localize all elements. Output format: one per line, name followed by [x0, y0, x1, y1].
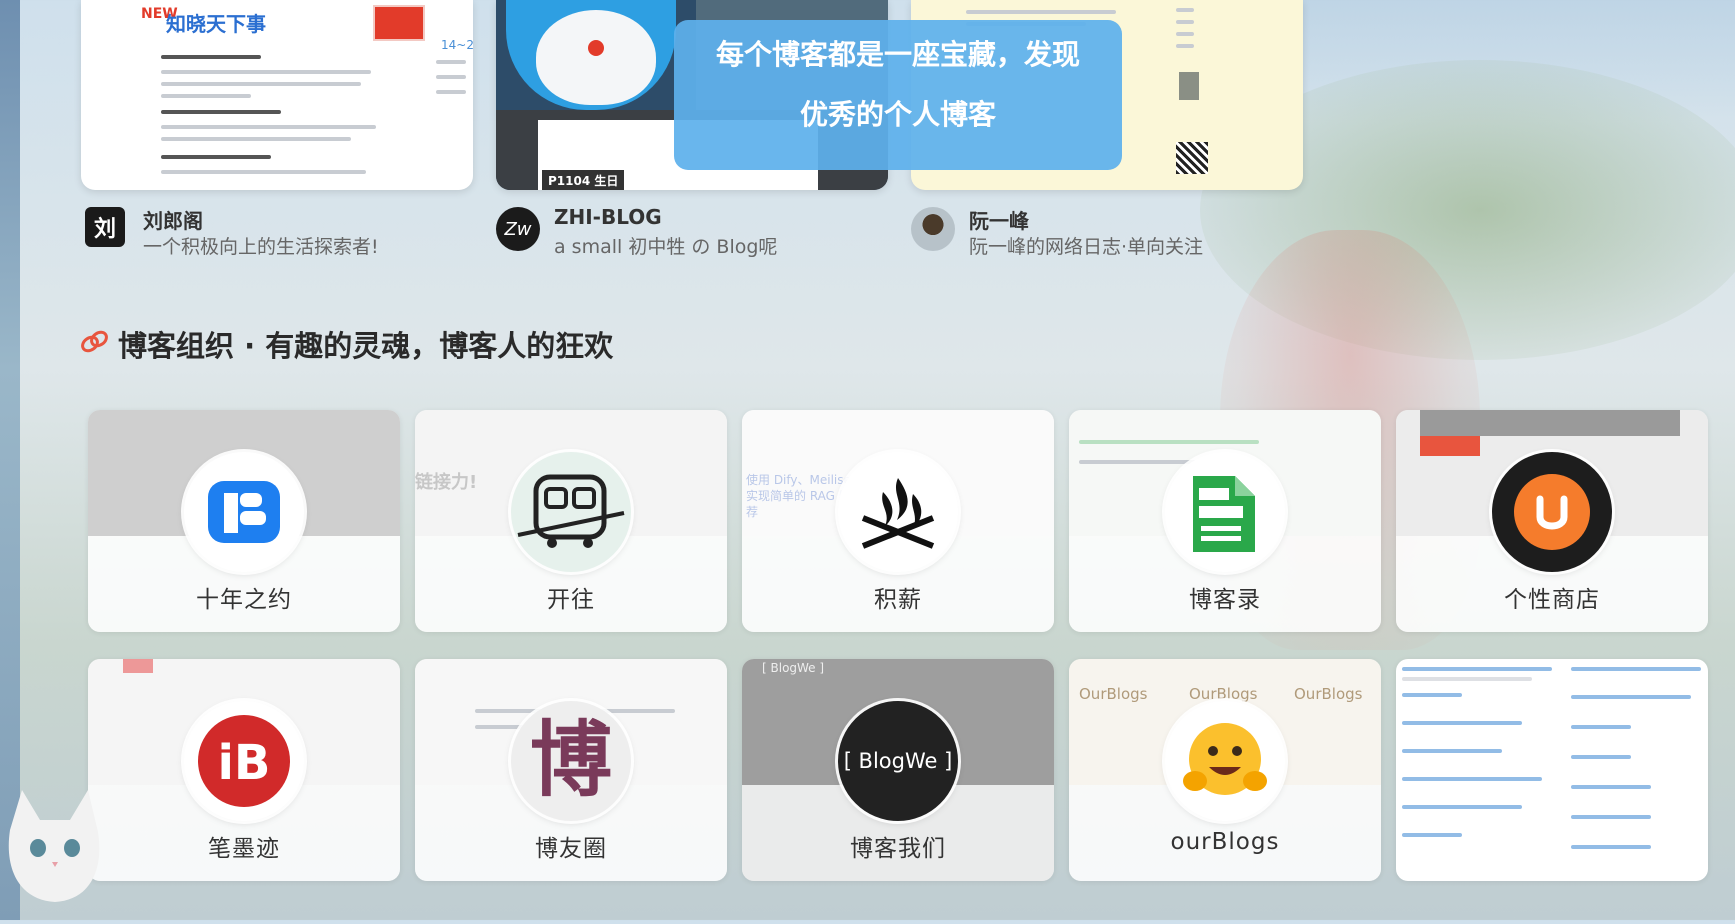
- blog-name[interactable]: 刘郎阁: [143, 205, 203, 234]
- shot-text: [ BlogWe ]: [762, 661, 825, 675]
- avatar: [911, 207, 955, 251]
- org-name: 积薪: [874, 587, 922, 613]
- train-icon: [511, 452, 631, 572]
- link-icon: [80, 327, 110, 361]
- org-card-ourblogs[interactable]: OurBlogs OurBlogs OurBlogs ourBlogs: [1069, 659, 1381, 881]
- cat-mascot-image: [0, 770, 110, 920]
- org-card-gexing-shop[interactable]: 个性商店: [1396, 410, 1708, 632]
- org-card-shinian[interactable]: 十年之约: [88, 410, 400, 632]
- blog-meta-liulangge[interactable]: 刘 刘郎阁 一个积极向上的生活探索者!: [85, 205, 485, 258]
- shot-text: 链接力!: [415, 472, 478, 493]
- blogwe-logo-icon: [ BlogWe ]: [838, 701, 958, 821]
- org-card-boyouquan[interactable]: 博 博友圈: [415, 659, 727, 881]
- b-logo-icon: [184, 452, 304, 572]
- blog-name[interactable]: 阮一峰: [969, 205, 1029, 234]
- blog-meta-ruanyifeng[interactable]: 阮一峰 阮一峰的网络日志·单向关注: [911, 205, 1311, 258]
- avatar: 刘: [85, 207, 125, 247]
- blog-description: 一个积极向上的生活探索者!: [143, 236, 379, 258]
- avatar: Zw: [496, 207, 540, 251]
- banner-line-1: 每个博客都是一座宝藏，发现: [715, 38, 1080, 71]
- org-name: 开往: [547, 587, 595, 613]
- org-card-bimoji[interactable]: iB 笔墨迹: [88, 659, 400, 881]
- hugging-face-icon: [1165, 701, 1285, 821]
- shot-caption: P1104 生日: [542, 170, 625, 190]
- svg-text:iB: iB: [217, 735, 270, 791]
- blog-description: 阮一峰的网络日志·单向关注: [969, 236, 1204, 258]
- org-card-blogwe[interactable]: [ BlogWe ] [ BlogWe ] 博客我们: [742, 659, 1054, 881]
- section-title: 博客组织 · 有趣的灵魂，博客人的狂欢: [118, 329, 614, 363]
- org-card-feed-list[interactable]: [1396, 659, 1708, 881]
- banner-line-2: 优秀的个人博客: [799, 98, 996, 131]
- blog-card-screenshot-liulangge[interactable]: NEW 知晓天下事 14~24: [81, 0, 473, 190]
- section-heading: 博客组织 · 有趣的灵魂，博客人的狂欢: [80, 322, 613, 366]
- firewood-icon: [838, 452, 958, 572]
- blog-description: a small 初中牲 の Blog呢: [554, 236, 778, 258]
- qr-code-icon: [1176, 142, 1208, 174]
- org-name: 个性商店: [1504, 587, 1600, 613]
- org-card-bokelu[interactable]: 博客录: [1069, 410, 1381, 632]
- shot-photo: [1179, 72, 1199, 100]
- document-icon: [1165, 452, 1285, 572]
- shot-thumbnail: [373, 5, 425, 41]
- org-card-kaiwang[interactable]: 链接力! 开往: [415, 410, 727, 632]
- bo-logo-icon: 博: [511, 701, 631, 821]
- shop-bag-icon: [1492, 452, 1612, 572]
- org-name: ourBlogs: [1170, 829, 1280, 855]
- org-name: 博客我们: [850, 836, 946, 862]
- org-name: 十年之约: [196, 587, 292, 613]
- org-name: 博友圈: [535, 836, 607, 862]
- shot-headline: 知晓天下事: [166, 12, 266, 36]
- ib-logo-icon: iB: [184, 701, 304, 821]
- org-name: 博客录: [1189, 587, 1261, 613]
- hero-banner: 每个博客都是一座宝藏，发现 优秀的个人博客: [674, 20, 1122, 170]
- shot-text: OurBlogs: [1079, 685, 1148, 703]
- shot-date: 14~24: [441, 38, 473, 52]
- org-card-jixin[interactable]: 使用 Dify、Meilise 实现简单的 RAG 影推荐 积薪: [742, 410, 1054, 632]
- blog-name[interactable]: ZHI-BLOG: [554, 205, 662, 229]
- blog-meta-zhi-blog[interactable]: Zw ZHI-BLOG a small 初中牲 の Blog呢: [496, 205, 896, 258]
- org-name: 笔墨迹: [208, 836, 280, 862]
